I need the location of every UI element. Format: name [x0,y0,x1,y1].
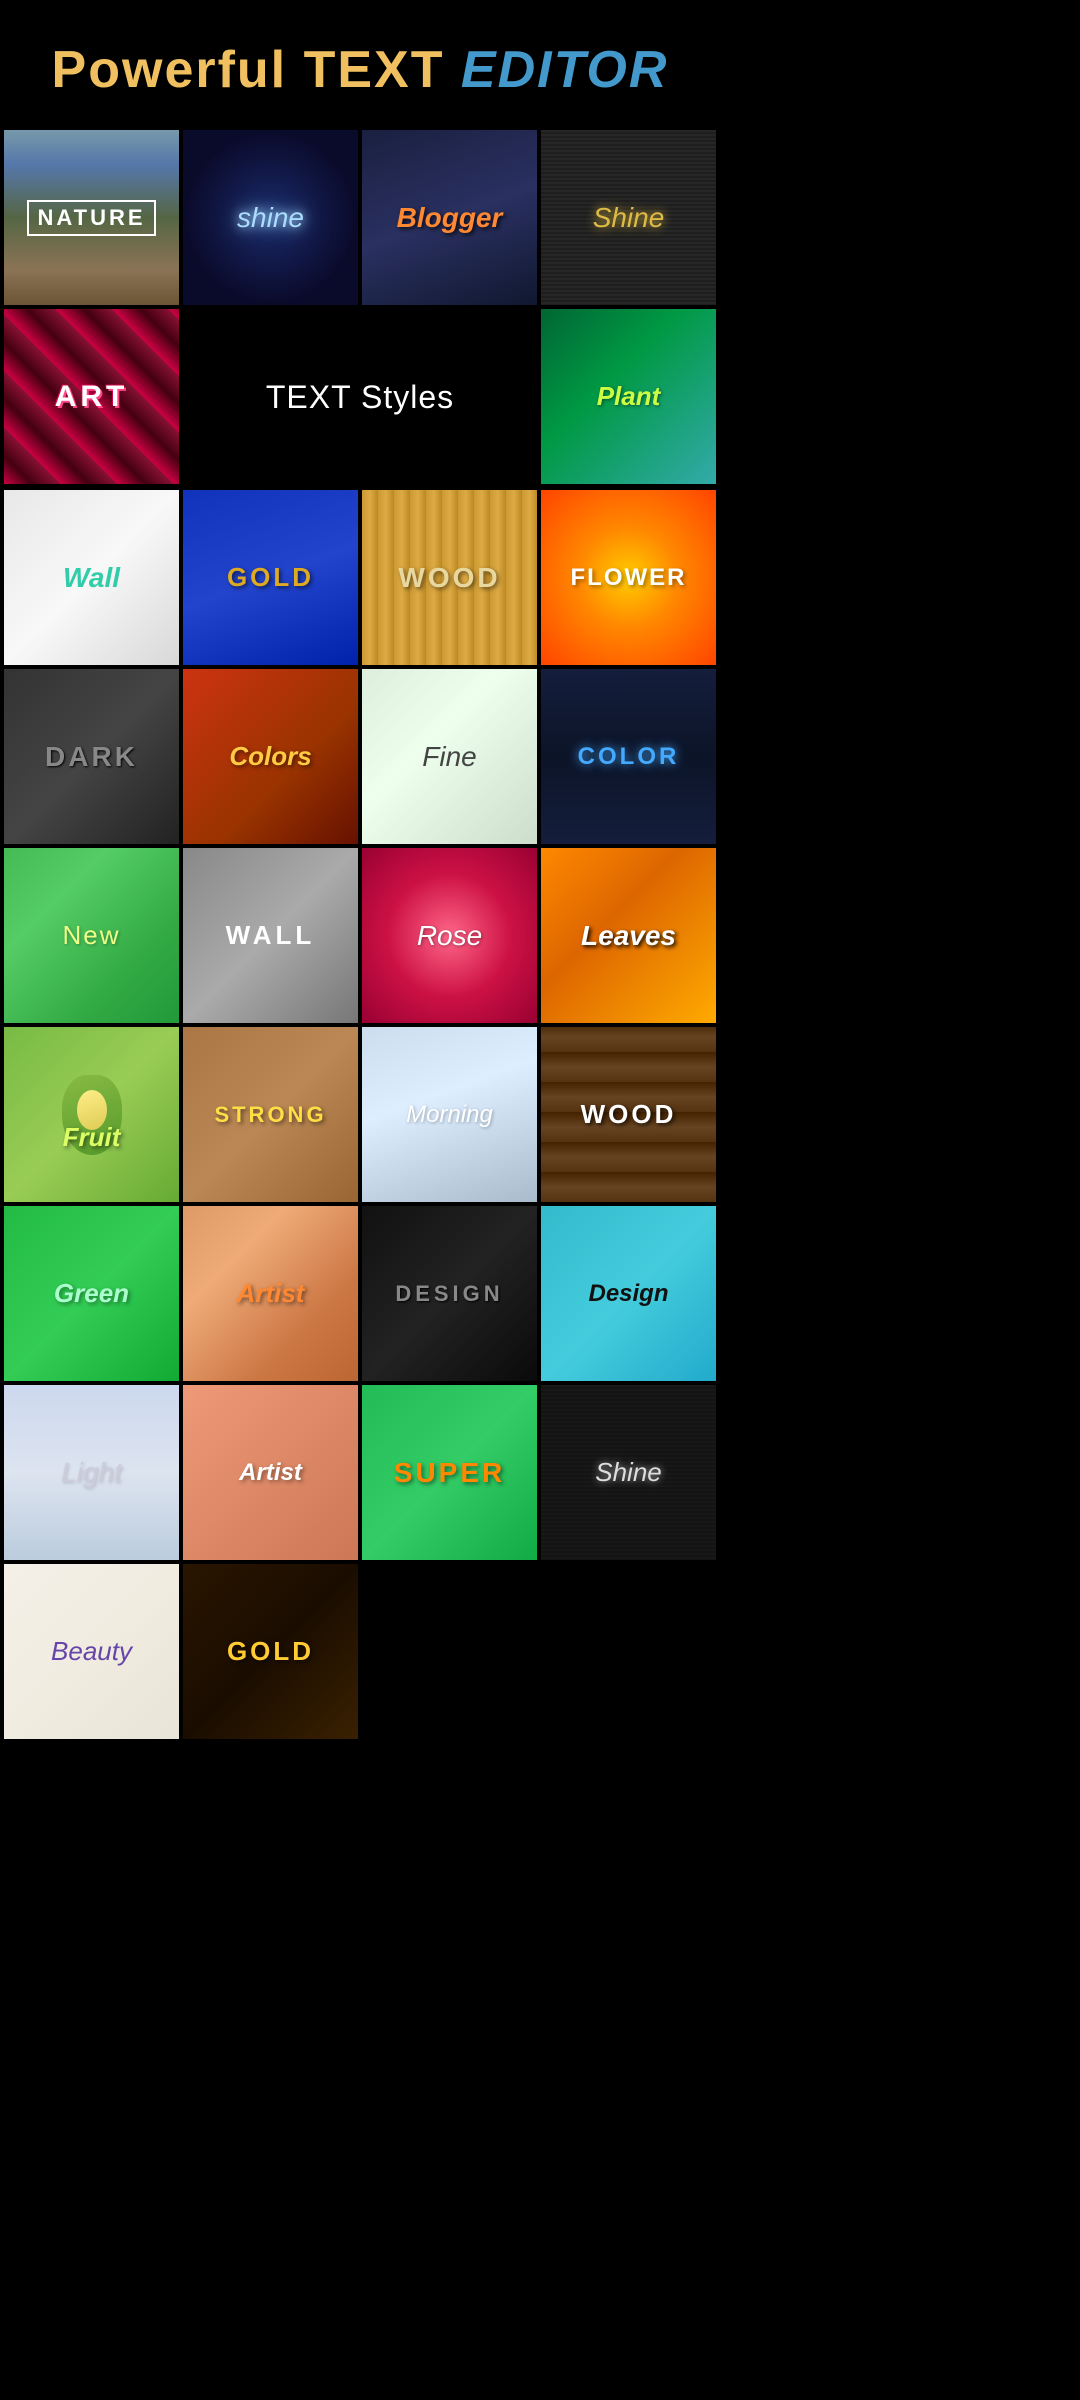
tile-beauty[interactable]: Beauty [4,1564,179,1739]
tile-fruit[interactable]: Fruit [4,1027,179,1202]
tile-super[interactable]: SUPER [362,1385,537,1560]
tile-artist2-label: Artist [239,1459,302,1487]
tile-color-label: COLOR [578,743,680,771]
tile-plant[interactable]: Plant [541,309,716,484]
tile-design2-label: Design [588,1280,668,1308]
tile-wall1-label: Wall [63,562,120,594]
tile-wall2-label: WALL [226,920,316,951]
tile-colors-label: Colors [229,741,311,772]
tile-shine2[interactable]: Shine [541,130,716,305]
tile-design2[interactable]: Design [541,1206,716,1381]
tile-new-label: New [62,920,120,951]
tile-morning-label: Morning [406,1101,493,1129]
tile-gold2-label: GOLD [227,1636,314,1667]
tile-strong[interactable]: STRONG [183,1027,358,1202]
app-title: Powerful TEXT EDITOR [20,40,700,100]
tile-color[interactable]: COLOR [541,669,716,844]
title-editor: EDITOR [461,41,669,99]
tile-design1-label: DESIGN [395,1281,503,1307]
tile-gold2[interactable]: GOLD [183,1564,358,1739]
tile-flower-label: FLOWER [571,564,687,592]
tile-gold1-label: GOLD [227,562,314,593]
tile-green[interactable]: Green [4,1206,179,1381]
tile-shine1[interactable]: shine [183,130,358,305]
tile-green-label: Green [54,1278,129,1309]
tile-leaves-label: Leaves [581,920,676,952]
tile-colors[interactable]: Colors [183,669,358,844]
tile-beauty-label: Beauty [51,1636,132,1667]
tile-dark-label: DARK [45,741,138,773]
tile-wood2[interactable]: WOOD [541,1027,716,1202]
tile-light[interactable]: Light [4,1385,179,1560]
tile-wood1[interactable]: WOOD [362,490,537,665]
tile-wall1[interactable]: Wall [4,490,179,665]
tile-dark[interactable]: DARK [4,669,179,844]
tile-new[interactable]: New [4,848,179,1023]
banner-text: TEXT Styles [266,379,454,416]
tile-shine3-label: Shine [595,1457,662,1488]
tile-art[interactable]: ART [4,309,179,484]
tile-fruit-label: Fruit [63,1122,121,1153]
tile-blogger-label: Blogger [397,202,503,234]
header: Powerful TEXT EDITOR [0,0,720,130]
tile-art-label: ART [55,380,129,414]
tile-gold1[interactable]: GOLD [183,490,358,665]
tile-light-label: Light [61,1457,122,1489]
tile-shine1-label: shine [237,202,304,234]
page-container: Powerful TEXT EDITOR NATURE shine Blogge… [0,0,720,1739]
tile-nature-label: NATURE [27,200,155,236]
tile-artist2[interactable]: Artist [183,1385,358,1560]
tile-wood1-label: WOOD [398,562,500,594]
tile-strong-label: STRONG [214,1102,326,1128]
tile-artist1-label: Artist [237,1278,305,1309]
tile-wood2-label: WOOD [581,1099,677,1130]
tile-flower[interactable]: FLOWER [541,490,716,665]
tile-wall2[interactable]: WALL [183,848,358,1023]
tile-nature[interactable]: NATURE [4,130,179,305]
tile-blogger[interactable]: Blogger [362,130,537,305]
tile-shine3[interactable]: Shine [541,1385,716,1560]
tile-rose[interactable]: Rose [362,848,537,1023]
title-text: TEXT [304,41,461,99]
tile-plant-label: Plant [597,381,661,412]
tile-rose-label: Rose [417,920,482,952]
tile-fine-label: Fine [422,741,476,773]
tile-design1[interactable]: DESIGN [362,1206,537,1381]
tile-grid: NATURE shine Blogger Shine ART TEXT Styl… [0,130,720,1739]
tile-artist1[interactable]: Artist [183,1206,358,1381]
tile-leaves[interactable]: Leaves [541,848,716,1023]
title-powerful: Powerful [52,41,304,99]
tile-morning[interactable]: Morning [362,1027,537,1202]
tile-fine[interactable]: Fine [362,669,537,844]
tile-super-label: SUPER [394,1457,505,1489]
tile-shine2-label: Shine [593,202,665,234]
text-styles-banner: TEXT Styles [183,309,537,486]
